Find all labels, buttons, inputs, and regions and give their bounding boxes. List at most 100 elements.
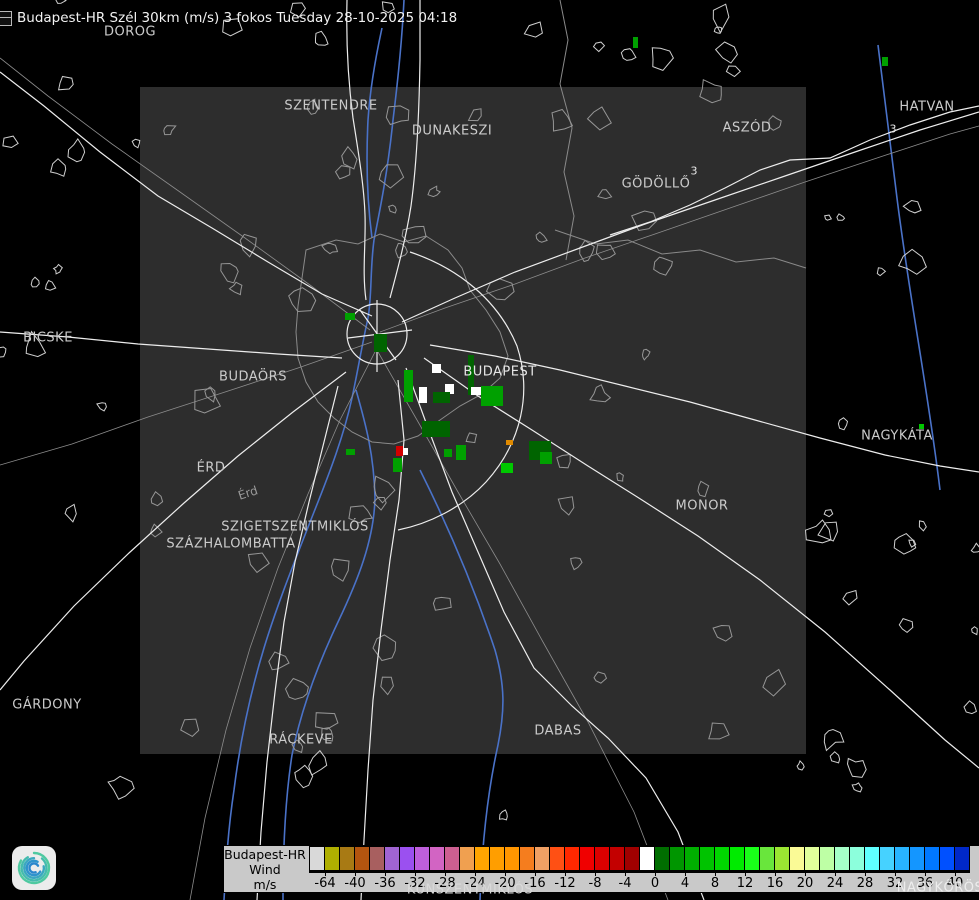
- color-step: [730, 847, 745, 870]
- settlement-blob: [289, 288, 316, 312]
- city-label: BICSKE: [23, 331, 73, 346]
- color-step: [475, 847, 490, 870]
- settlement-blob: [31, 277, 39, 287]
- legend-parameter-label: Wind: [222, 862, 308, 877]
- color-step: [625, 847, 640, 870]
- settlement-blob: [524, 22, 542, 37]
- settlement-blob: [309, 751, 327, 775]
- echo-cell: [345, 313, 355, 320]
- echo-cell: [506, 440, 513, 445]
- settlement-blob: [971, 543, 979, 552]
- tick-label: -4: [619, 876, 632, 891]
- settlement-blob: [590, 385, 610, 402]
- settlement-blob: [700, 80, 722, 103]
- echo-cell: [419, 387, 427, 403]
- color-step: [880, 847, 895, 870]
- settlement-blob: [59, 77, 74, 90]
- color-step: [580, 847, 595, 870]
- color-step: [595, 847, 610, 870]
- radar-app: DOROGSZENTENDREDUNAKESZIASZÓDHATVANGÖDÖL…: [0, 0, 979, 900]
- settlement-blob: [181, 719, 199, 736]
- city-label: GÖDÖLLŐ: [622, 177, 691, 192]
- settlement-blob: [843, 591, 857, 605]
- city-label: ÉRD: [197, 461, 226, 476]
- settlement-blob: [852, 783, 862, 792]
- settlement-blob: [68, 139, 85, 162]
- echo-cell: [540, 452, 552, 464]
- color-step: [655, 847, 670, 870]
- settlement-blob: [617, 473, 624, 481]
- settlement-blob: [824, 510, 833, 517]
- city-label: SZÁZHALOMBATTA: [166, 537, 295, 552]
- settlement-blob: [558, 497, 574, 515]
- color-step: [715, 847, 730, 870]
- echo-cell: [374, 334, 387, 352]
- settlement-blob: [389, 205, 397, 213]
- city-label: MONOR: [676, 499, 729, 514]
- color-step: [670, 847, 685, 870]
- echo-cell: [404, 370, 413, 402]
- city-label: ASZÓD: [723, 121, 772, 136]
- echo-cell: [422, 421, 450, 437]
- color-step: [430, 847, 445, 870]
- settlement-blob: [373, 635, 396, 661]
- road-number-label: 3: [890, 123, 897, 136]
- city-label: SZENTENDRE: [284, 99, 377, 114]
- settlement-blob: [621, 49, 636, 61]
- color-step: [310, 847, 325, 870]
- tick-label: 12: [737, 876, 754, 891]
- color-step: [415, 847, 430, 870]
- color-step: [445, 847, 460, 870]
- settlement-blob: [56, 0, 66, 3]
- tick-label: -40: [344, 876, 365, 891]
- settlement-blob: [229, 282, 242, 294]
- settlement-blob: [919, 521, 926, 531]
- settlement-blob: [716, 42, 738, 63]
- legend-label-block: Budapest-HR Wind m/s: [222, 847, 308, 892]
- echo-cell: [633, 37, 638, 48]
- settlement-blob: [332, 559, 350, 581]
- city-label: NAGYKÁTA: [861, 429, 933, 444]
- settlement-blob: [899, 249, 927, 274]
- city-label: DUNAKESZI: [412, 124, 492, 139]
- settlement-blob: [818, 522, 838, 541]
- settlement-blob: [713, 626, 732, 642]
- settlement-blob: [108, 776, 134, 799]
- app-logo[interactable]: [12, 846, 56, 890]
- settlement-blob: [652, 48, 673, 71]
- settlement-blob: [825, 215, 832, 220]
- legend-colorbar: [309, 846, 970, 873]
- color-step: [835, 847, 850, 870]
- settlement-blob: [469, 109, 482, 121]
- city-watermark: NAGYKŐRÖS: [897, 881, 979, 896]
- echo-cell: [393, 458, 402, 472]
- settlement-blob: [709, 723, 729, 739]
- settlement-blob: [342, 147, 357, 169]
- color-step: [355, 847, 370, 870]
- settlement-blob: [903, 201, 921, 213]
- settlement-blob: [877, 268, 885, 276]
- color-step: [550, 847, 565, 870]
- echo-cell: [433, 392, 450, 403]
- settlement-blob: [381, 677, 394, 695]
- settlement-blob: [221, 264, 238, 283]
- settlement-blob: [824, 730, 844, 751]
- color-step: [565, 847, 580, 870]
- city-label: DABAS: [534, 724, 581, 739]
- color-step: [340, 847, 355, 870]
- legend-unit-label: m/s: [222, 877, 308, 892]
- color-step: [925, 847, 940, 870]
- settlement-blob: [594, 42, 605, 51]
- settlement-blob: [797, 761, 804, 770]
- color-step: [685, 847, 700, 870]
- settlement-blob: [726, 66, 740, 77]
- tick-label: 24: [827, 876, 844, 891]
- railway-lines: [0, 58, 979, 900]
- settlement-blob: [894, 534, 916, 555]
- color-step: [490, 847, 505, 870]
- settlement-blob: [3, 136, 18, 147]
- color-step: [895, 847, 910, 870]
- color-step: [400, 847, 415, 870]
- settlement-blob: [386, 106, 409, 125]
- settlement-blob: [899, 619, 913, 633]
